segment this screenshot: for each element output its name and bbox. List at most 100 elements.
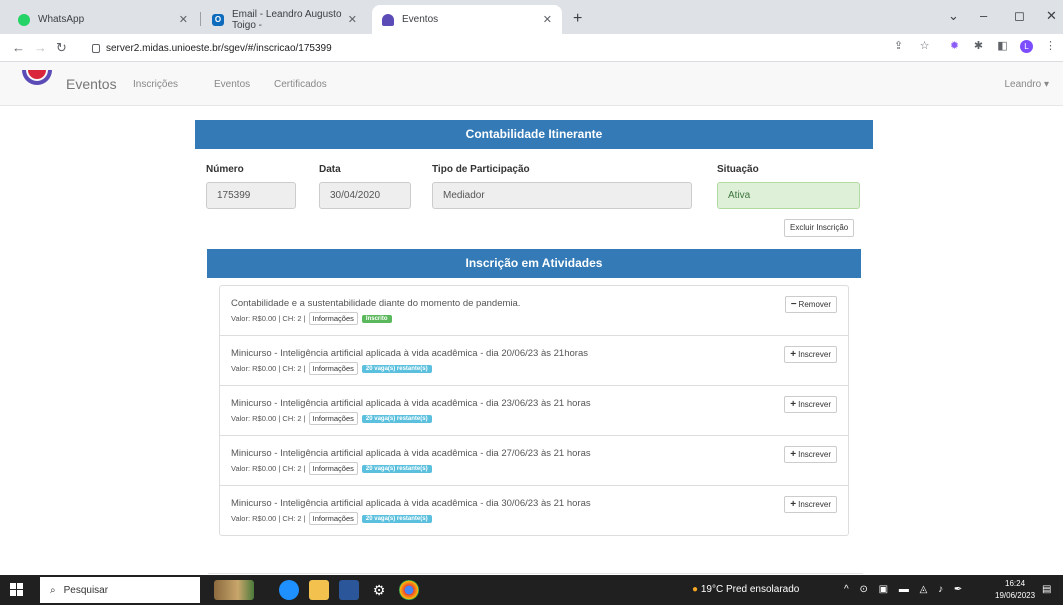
edge-icon[interactable] (279, 580, 299, 600)
status-badge: Inscrito (361, 314, 392, 323)
minimize-icon[interactable]: – (980, 8, 987, 23)
back-icon[interactable]: ← (12, 40, 25, 55)
reload-icon[interactable]: ↻ (56, 40, 67, 56)
taskbar-search-input[interactable]: ⌕ Pesquisar (40, 577, 200, 603)
activity-value: Valor: R$0.00 | CH: 2 | (231, 514, 306, 523)
file-explorer-icon[interactable] (309, 580, 329, 600)
brand-title[interactable]: Eventos (66, 76, 117, 92)
tab-label: WhatsApp (38, 14, 85, 25)
extensions-puzzle-icon[interactable]: ✱ (972, 40, 985, 53)
clock-date: 19/06/2023 (995, 591, 1036, 600)
remover-button[interactable]: − Remover (784, 296, 837, 313)
list-item: Minicurso - Inteligência artificial apli… (220, 335, 848, 384)
numero-label: Número (206, 164, 244, 175)
vagas-badge: 20 vaga(s) restante(s) (361, 414, 432, 423)
user-menu[interactable]: Leandro ▾ (1004, 79, 1049, 90)
activity-value: Valor: R$0.00 | CH: 2 | (231, 414, 306, 423)
activity-meta: Valor: R$0.00 | CH: 2 | Informações 20 v… (231, 362, 432, 375)
action-label: Remover (798, 300, 831, 309)
list-item: Contabilidade e a sustentabilidade diant… (220, 286, 848, 335)
situacao-label: Situação (717, 164, 759, 175)
inscrever-button[interactable]: + Inscrever (784, 496, 837, 513)
clock-time: 16:24 (1005, 579, 1026, 588)
excluir-inscricao-button[interactable]: Excluir Inscrição (784, 219, 855, 237)
news-widget-icon[interactable] (214, 580, 254, 600)
informacoes-button[interactable]: Informações (308, 412, 358, 425)
activity-title: Minicurso - Inteligência artificial apli… (231, 348, 588, 359)
sidepanel-icon[interactable]: ◧ (996, 40, 1009, 53)
divider (208, 573, 863, 574)
list-item: Minicurso - Inteligência artificial apli… (220, 485, 848, 534)
weather-text: 19°C Pred ensolarado (700, 584, 800, 595)
activities-title: Inscrição em Atividades (207, 249, 861, 278)
browser-tab-strip: WhatsApp ✕ O Email - Leandro Augusto Toi… (0, 0, 1063, 34)
tab-email[interactable]: O Email - Leandro Augusto Toigo - ✕ (202, 5, 367, 34)
address-bar[interactable]: server2.midas.unioeste.br/sgev/#/inscric… (92, 37, 872, 59)
url-text: server2.midas.unioeste.br/sgev/#/inscric… (106, 42, 332, 54)
tipo-label: Tipo de Participação (432, 164, 530, 175)
browser-toolbar: ← → ↻ server2.midas.unioeste.br/sgev/#/i… (0, 34, 1063, 62)
sun-icon: ● (692, 584, 699, 595)
weather-widget[interactable]: ● 19°C Pred ensolarado (692, 584, 799, 595)
vagas-badge: 20 vaga(s) restante(s) (361, 514, 432, 523)
situacao-field: Ativa (717, 182, 860, 209)
informacoes-button[interactable]: Informações (308, 312, 358, 325)
system-tray-icons[interactable]: ^ ⊙ ▣ ▬ ◬ ♪ ✒ (844, 584, 966, 595)
activity-value: Valor: R$0.00 | CH: 2 | (231, 314, 306, 323)
data-field: 30/04/2020 (319, 182, 411, 209)
search-icon: ⌕ (50, 584, 56, 596)
activity-value: Valor: R$0.00 | CH: 2 | (231, 464, 306, 473)
nav-link-eventos[interactable]: Eventos (214, 79, 250, 90)
list-item: Minicurso - Inteligência artificial apli… (220, 435, 848, 484)
plus-icon: + (790, 499, 797, 510)
close-icon[interactable]: ✕ (348, 13, 357, 26)
chrome-icon[interactable] (399, 580, 419, 600)
share-icon[interactable]: ⇪ (892, 40, 905, 53)
activity-meta: Valor: R$0.00 | CH: 2 | Informações 20 v… (231, 512, 432, 525)
tab-search-icon[interactable]: ⌄ (948, 8, 959, 24)
tab-eventos[interactable]: Eventos ✕ (372, 5, 562, 34)
informacoes-button[interactable]: Informações (308, 512, 358, 525)
informacoes-button[interactable]: Informações (308, 362, 358, 375)
forward-icon[interactable]: → (34, 40, 47, 55)
tab-label: Email - Leandro Augusto Toigo - (232, 8, 342, 31)
vagas-badge: 20 vaga(s) restante(s) (361, 364, 432, 373)
page-content: Contabilidade Itinerante Número 175399 D… (0, 106, 1063, 575)
nav-link-inscricoes[interactable]: Inscrições (133, 79, 178, 90)
menu-icon[interactable]: ⋮ (1044, 40, 1057, 53)
close-window-icon[interactable]: ✕ (1046, 8, 1057, 24)
maximize-icon[interactable]: ◻ (1014, 8, 1025, 24)
profile-avatar[interactable]: L (1020, 40, 1033, 53)
inscrever-button[interactable]: + Inscrever (784, 446, 837, 463)
windows-start-icon[interactable] (10, 583, 23, 596)
activity-title: Minicurso - Inteligência artificial apli… (231, 498, 591, 509)
notifications-icon[interactable]: ▤ (1042, 584, 1051, 595)
inscrever-button[interactable]: + Inscrever (784, 396, 837, 413)
inscrever-button[interactable]: + Inscrever (784, 346, 837, 363)
taskbar-clock[interactable]: 16:24 19/06/2023 (995, 578, 1035, 602)
minus-icon: − (790, 299, 797, 310)
nav-link-certificados[interactable]: Certificados (274, 79, 327, 90)
plus-icon: + (790, 449, 797, 460)
settings-gear-icon[interactable]: ⚙ (369, 580, 389, 600)
search-placeholder: Pesquisar (63, 584, 109, 596)
extension-icon[interactable]: ✹ (948, 40, 961, 53)
informacoes-button[interactable]: Informações (308, 462, 358, 475)
action-label: Inscrever (798, 350, 831, 359)
close-icon[interactable]: ✕ (543, 13, 552, 26)
word-icon[interactable] (339, 580, 359, 600)
action-label: Inscrever (798, 500, 831, 509)
eventos-logo-icon[interactable] (20, 70, 54, 92)
plus-icon: + (790, 349, 797, 360)
activity-meta: Valor: R$0.00 | CH: 2 | Informações 20 v… (231, 462, 432, 475)
bookmark-star-icon[interactable]: ☆ (918, 40, 931, 53)
activity-title: Contabilidade e a sustentabilidade diant… (231, 298, 521, 309)
user-name: Leandro (1004, 79, 1042, 90)
action-label: Inscrever (798, 400, 831, 409)
close-icon[interactable]: ✕ (179, 13, 188, 26)
tab-whatsapp[interactable]: WhatsApp ✕ (8, 5, 198, 34)
outlook-icon: O (212, 13, 224, 26)
activity-meta: Valor: R$0.00 | CH: 2 | Informações 20 v… (231, 412, 432, 425)
new-tab-button[interactable]: + (573, 10, 582, 28)
data-label: Data (319, 164, 341, 175)
